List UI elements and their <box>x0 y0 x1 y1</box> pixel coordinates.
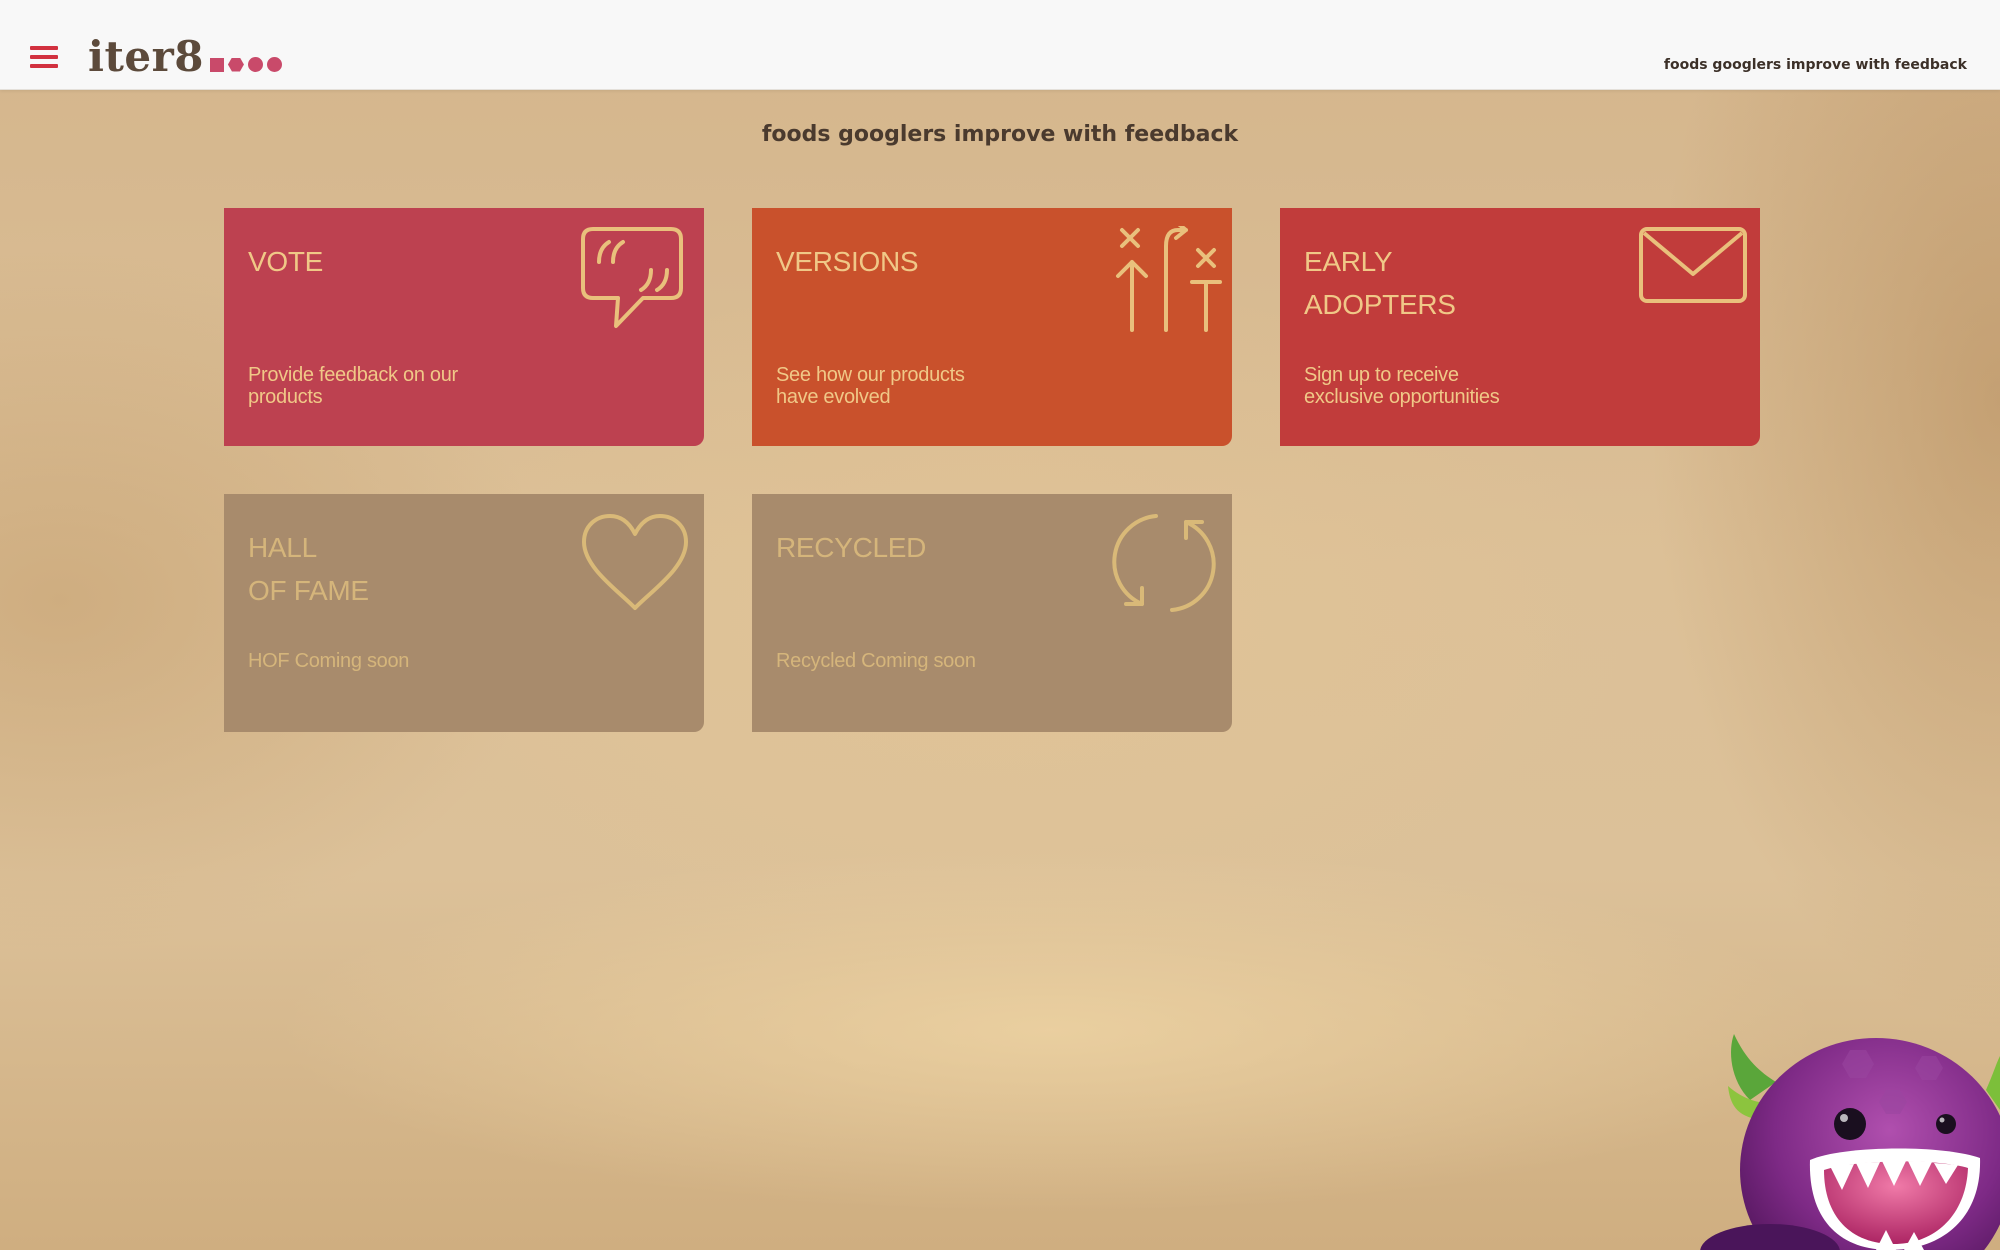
logo-dots-icon <box>209 57 282 72</box>
header-tagline: foods googlers improve with feedback <box>1663 57 1967 73</box>
card-description: HOF Coming soon <box>248 650 410 672</box>
page-title: foods googlers improve with feedback <box>761 122 1239 147</box>
logo-text: iter8 <box>88 32 204 81</box>
envelope-icon <box>1639 227 1747 303</box>
recycle-icon <box>1112 514 1216 612</box>
speech-bubble-quote-icon <box>581 227 683 328</box>
card-description: Provide feedback on our products <box>248 364 458 408</box>
hamburger-menu-icon[interactable] <box>30 44 58 68</box>
card-versions[interactable]: VERSIONS See how our products have evolv… <box>752 208 1232 446</box>
card-title: VOTE <box>248 246 324 277</box>
monster-mascot-image <box>1700 1034 2000 1250</box>
card-title: VERSIONS <box>776 246 919 277</box>
card-recycled[interactable]: RECYCLED Recycled Coming soon <box>752 494 1232 732</box>
card-title: RECYCLED <box>776 532 927 563</box>
card-description: Recycled Coming soon <box>776 650 976 672</box>
heart-icon <box>582 514 688 610</box>
arrows-versions-icon <box>1116 226 1222 332</box>
card-early-adopters[interactable]: EARLY ADOPTERS Sign up to receive exclus… <box>1280 208 1760 446</box>
top-header: iter8 foods googlers improve with feedba… <box>0 0 2000 90</box>
card-hall-of-fame[interactable]: HALL OF FAME HOF Coming soon <box>224 494 704 732</box>
card-title: HALL OF FAME <box>248 532 369 606</box>
logo[interactable]: iter8 <box>88 30 282 80</box>
card-vote[interactable]: VOTE Provide feedback on our products <box>224 208 704 446</box>
card-description: See how our products have evolved <box>776 364 965 408</box>
card-title: EARLY ADOPTERS <box>1304 246 1456 320</box>
card-description: Sign up to receive exclusive opportuniti… <box>1304 364 1500 408</box>
